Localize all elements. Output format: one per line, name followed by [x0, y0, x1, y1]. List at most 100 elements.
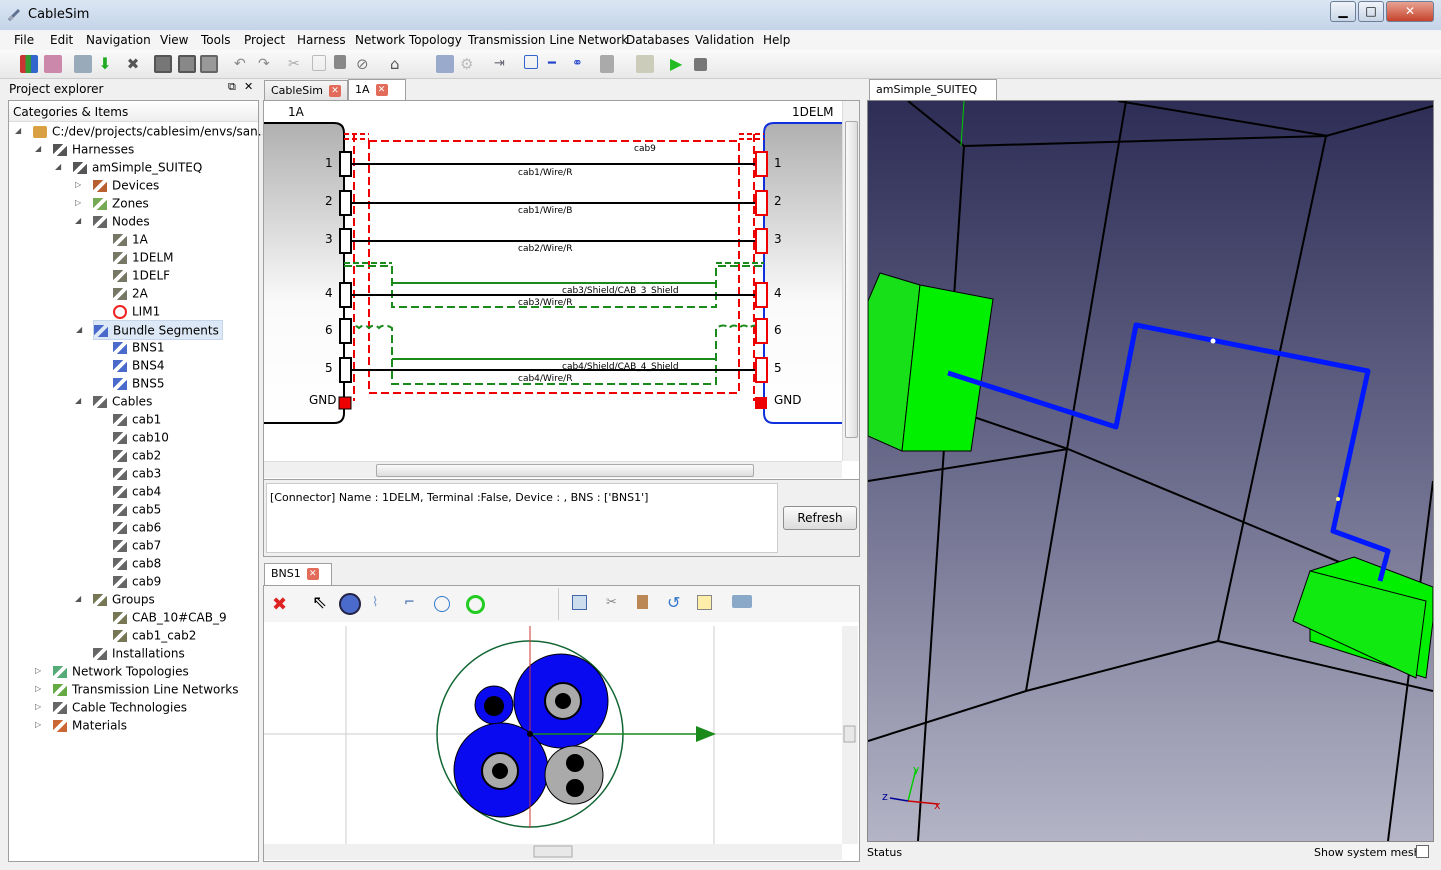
connect-icon[interactable]: ━ [548, 55, 566, 73]
tree-item[interactable]: 2A [113, 284, 148, 302]
cut-icon[interactable]: ✂ [288, 55, 306, 73]
pin-right-2[interactable] [755, 190, 768, 216]
line-icon[interactable]: ⌐ [404, 595, 415, 610]
paste-icon[interactable] [637, 595, 648, 609]
tree-item[interactable]: cab2 [113, 446, 161, 464]
tree-item[interactable]: ◢ Cables [75, 392, 152, 410]
tree-item[interactable]: ◢ C:/dev/projects/cablesim/envs/san... [15, 122, 269, 140]
3d-scene[interactable]: y x z [868, 101, 1433, 841]
pin-right-3[interactable] [755, 228, 768, 254]
download-icon[interactable]: ⬇ [96, 55, 114, 73]
add-wire-icon[interactable] [339, 593, 361, 615]
menu-transmission-line-network[interactable]: Transmission Line Network [468, 33, 628, 47]
copy-icon[interactable] [572, 595, 587, 610]
bundle-cross-section[interactable] [264, 626, 859, 861]
pin-right-6[interactable] [755, 318, 768, 344]
gnd-right[interactable] [755, 397, 767, 409]
tree-item[interactable]: cab1 [113, 410, 161, 428]
tree-item[interactable]: cab7 [113, 536, 161, 554]
pin-left-1[interactable] [339, 151, 352, 177]
scroll-thumb[interactable] [376, 464, 754, 477]
expand-arrow-icon[interactable]: ▷ [35, 716, 41, 734]
tab-3d-view[interactable]: amSimple_SUITEQ✕ [869, 79, 997, 116]
scroll-thumb[interactable] [845, 121, 858, 438]
menu-databases[interactable]: Databases [626, 33, 690, 47]
close-panel-icon[interactable]: ✕ [244, 80, 253, 93]
gnd-left[interactable] [338, 396, 352, 410]
export-icon[interactable] [74, 55, 92, 73]
schematic-hscrollbar[interactable] [264, 461, 842, 478]
cancel-icon[interactable]: ⊘ [356, 55, 374, 73]
tree-item[interactable]: cab1_cab2 [113, 626, 196, 644]
redo-icon[interactable]: ↷ [258, 55, 276, 73]
maximize-button[interactable]: □ [1358, 1, 1384, 22]
book-icon[interactable] [600, 55, 614, 73]
tree-item[interactable]: ▷ Materials [35, 716, 127, 734]
tree-item[interactable]: BNS4 [113, 356, 164, 374]
pin-right-1[interactable] [755, 151, 768, 177]
schematic-vscrollbar[interactable] [842, 101, 859, 461]
tree-item[interactable]: ▷ Zones [75, 194, 149, 212]
gear-icon[interactable]: ⚙ [460, 55, 478, 73]
tree-item[interactable]: 1DELF [113, 266, 170, 284]
paste-icon[interactable] [334, 55, 346, 69]
collapse-arrow-icon[interactable]: ◢ [75, 590, 81, 608]
schematic-canvas[interactable]: 1A 1DELM 1 2 3 4 6 5 1 2 3 4 6 5 GND GND… [264, 101, 859, 479]
menu-harness[interactable]: Harness [297, 33, 346, 47]
collapse-arrow-icon[interactable]: ◢ [15, 122, 21, 140]
edit-icon[interactable] [697, 595, 712, 610]
close-tab-icon[interactable]: ✕ [375, 84, 388, 96]
close-tab-icon[interactable]: ✕ [328, 85, 341, 97]
shape-icon[interactable]: ⌇ [372, 595, 378, 610]
tree-item[interactable]: ◢ amSimple_SUITEQ [55, 158, 202, 176]
tree-item[interactable]: LIM1 [113, 302, 160, 320]
tree-item[interactable]: 1A [113, 230, 148, 248]
pin-left-6[interactable] [339, 318, 352, 344]
undo-icon[interactable]: ↶ [234, 55, 252, 73]
camera-icon[interactable] [436, 55, 454, 73]
expand-arrow-icon[interactable]: ▷ [75, 194, 81, 212]
collapse-arrow-icon[interactable]: ◢ [55, 158, 61, 176]
pin-right-4[interactable] [755, 282, 768, 308]
undo-icon[interactable]: ↺ [667, 593, 680, 612]
close-tab-icon[interactable]: ✕ [306, 568, 319, 580]
tab-cablesim[interactable]: CableSim ✕ [264, 80, 348, 101]
play-icon[interactable]: ▶ [670, 55, 688, 73]
menu-navigation[interactable]: Navigation [86, 33, 151, 47]
collapse-arrow-icon[interactable]: ◢ [75, 392, 81, 410]
tab-bns1[interactable]: BNS1 ✕ [264, 563, 332, 586]
collapse-arrow-icon[interactable]: ◢ [76, 321, 82, 339]
tree-item[interactable]: ▷ Devices [75, 176, 159, 194]
tree-item[interactable]: cab4 [113, 482, 161, 500]
shield-cab9[interactable] [368, 140, 740, 394]
home-icon[interactable]: ⌂ [390, 55, 408, 73]
pin-right-5[interactable] [755, 357, 768, 383]
expand-arrow-icon[interactable]: ▷ [35, 662, 41, 680]
chart-icon[interactable] [20, 55, 38, 73]
show-mesh-checkbox[interactable] [1416, 845, 1429, 858]
refresh-button[interactable]: Refresh [783, 506, 857, 530]
tab-1a[interactable]: 1A ✕ [348, 79, 406, 101]
tree-item[interactable]: BNS5 [113, 374, 164, 392]
collapse-arrow-icon[interactable]: ◢ [35, 140, 41, 158]
tree-item[interactable]: BNS1 [113, 338, 164, 356]
copy-icon[interactable] [312, 55, 326, 71]
tree-item[interactable]: cab10 [113, 428, 169, 446]
tree-item[interactable]: 1DELM [113, 248, 174, 266]
ring-icon[interactable] [466, 595, 485, 614]
network-icon[interactable] [44, 55, 62, 73]
fit-icon[interactable]: ⇥ [494, 55, 512, 73]
tree-item[interactable]: ▷ Network Topologies [35, 662, 189, 680]
camera-icon[interactable] [732, 595, 752, 608]
pin-left-3[interactable] [339, 228, 352, 254]
tree-item[interactable]: cab8 [113, 554, 161, 572]
pin-left-2[interactable] [339, 190, 352, 216]
save-as-icon[interactable] [178, 55, 196, 73]
pin-left-4[interactable] [339, 282, 352, 308]
menu-project[interactable]: Project [244, 33, 285, 47]
save-icon[interactable] [154, 55, 172, 73]
minimize-button[interactable]: ▁ [1330, 1, 1356, 22]
delete-icon[interactable]: ✖ [124, 55, 142, 73]
float-icon[interactable]: ⧉ [228, 80, 236, 94]
circle-icon[interactable] [434, 596, 450, 612]
